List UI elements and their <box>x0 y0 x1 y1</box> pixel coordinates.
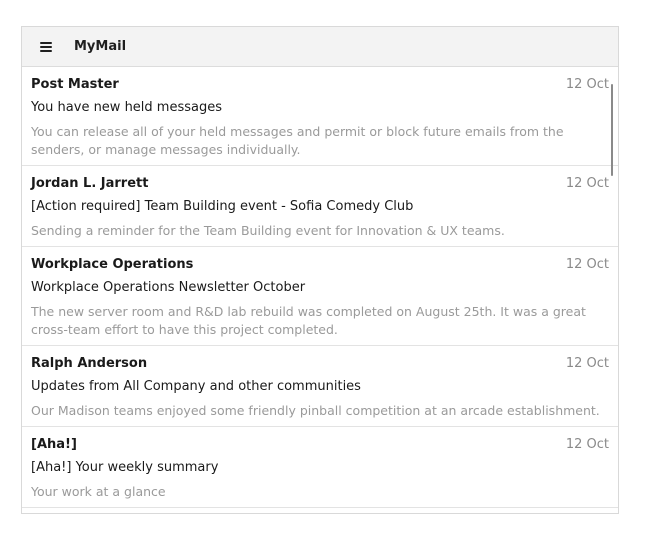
message-subject: [Aha!] Your weekly summary <box>31 460 219 475</box>
message-date: 12 Oct <box>565 257 609 272</box>
message-sender: Jordan L. Jarrett <box>31 176 149 191</box>
message-date: 12 Oct <box>565 437 609 452</box>
message-date: 12 Oct <box>565 176 609 191</box>
message-subject: Workplace Operations Newsletter October <box>31 280 306 295</box>
message-sender: Post Master <box>31 77 119 92</box>
message-preview: Your work at a glance <box>31 484 166 499</box>
message-subject: Updates from All Company and other commu… <box>31 379 361 394</box>
message-date: 12 Oct <box>565 77 609 92</box>
message-item-jordan-jarrett[interactable]: Jordan L. Jarrett 12 Oct [Action require… <box>22 166 618 247</box>
message-sender: [Aha!] <box>31 437 77 452</box>
message-preview: Sending a reminder for the Team Building… <box>31 223 505 238</box>
hamburger-menu-icon[interactable] <box>40 41 52 52</box>
app-header: MyMail <box>22 27 618 67</box>
message-sender: Ralph Anderson <box>31 356 148 371</box>
message-item-workplace-operations[interactable]: Workplace Operations 12 Oct Workplace Op… <box>22 247 618 346</box>
app-title: MyMail <box>74 39 127 54</box>
message-item-ralph-anderson[interactable]: Ralph Anderson 12 Oct Updates from All C… <box>22 346 618 427</box>
message-preview: You can release all of your held message… <box>31 124 564 157</box>
message-item-post-master[interactable]: Post Master 12 Oct You have new held mes… <box>22 67 618 166</box>
mail-app-window: MyMail Post Master 12 Oct You have new h… <box>21 26 619 514</box>
message-sender: Workplace Operations <box>31 257 194 272</box>
message-preview: The new server room and R&D lab rebuild … <box>31 304 586 337</box>
message-date: 12 Oct <box>565 356 609 371</box>
message-subject: You have new held messages <box>31 100 223 115</box>
message-item-aha[interactable]: [Aha!] 12 Oct [Aha!] Your weekly summary… <box>22 427 618 508</box>
message-subject: [Action required] Team Building event - … <box>31 199 414 214</box>
message-list[interactable]: Post Master 12 Oct You have new held mes… <box>22 67 618 513</box>
message-preview: Our Madison teams enjoyed some friendly … <box>31 403 600 418</box>
vertical-scrollbar[interactable] <box>611 84 613 176</box>
